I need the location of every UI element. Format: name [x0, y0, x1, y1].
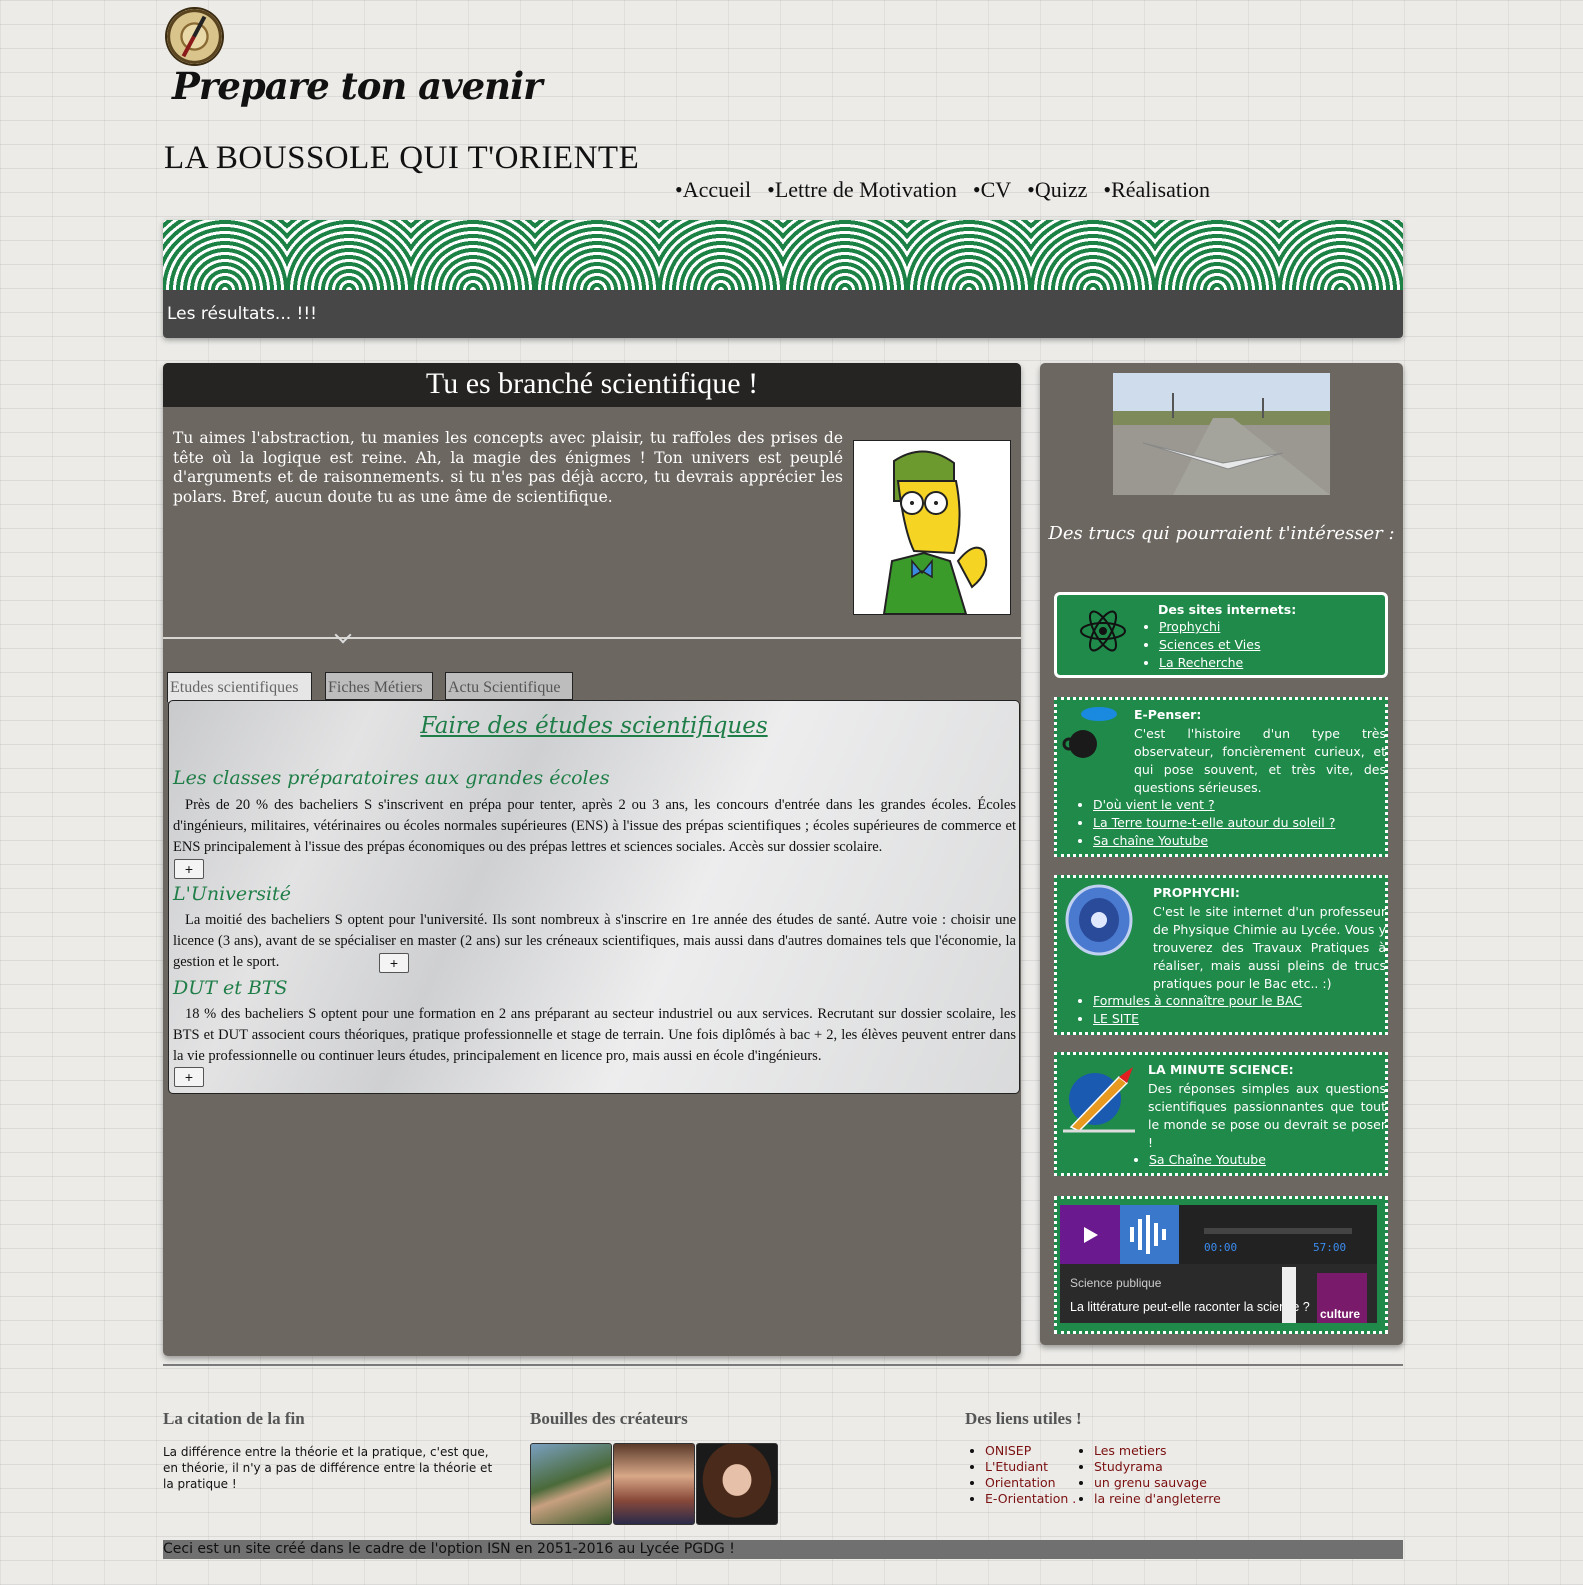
- box-title: E-Penser:: [1134, 707, 1202, 722]
- section-title-dut-bts: DUT et BTS: [173, 977, 288, 999]
- atom-icon: [1080, 610, 1126, 652]
- tab-etudes-scientifiques[interactable]: Etudes scientifiques: [167, 672, 312, 702]
- expand-prepa-button[interactable]: +: [174, 859, 204, 879]
- link-onisep[interactable]: ONISEP: [985, 1443, 1031, 1458]
- creator-photo-2: [613, 1443, 695, 1525]
- nav-quizz[interactable]: Quizz: [1027, 177, 1088, 203]
- play-button[interactable]: [1060, 1205, 1120, 1264]
- box-minute-science: LA MINUTE SCIENCE: Des réponses simples …: [1054, 1052, 1388, 1176]
- tab-panel-heading: Faire des études scientifiques: [420, 713, 768, 739]
- link-terre-soleil[interactable]: La Terre tourne-t-elle autour du soleil …: [1093, 815, 1335, 830]
- expand-dut-bts-button[interactable]: +: [174, 1067, 204, 1087]
- result-panel: Tu es branché scientifique ! Tu aimes l'…: [163, 363, 1021, 1356]
- link-studyrama[interactable]: Studyrama: [1094, 1459, 1163, 1474]
- nav-realisation[interactable]: Réalisation: [1103, 177, 1210, 203]
- creator-photo-3: [696, 1443, 778, 1525]
- time-current: 00:00: [1204, 1241, 1238, 1254]
- footer-divider: [163, 1364, 1403, 1366]
- france-culture-logo: culture: [1317, 1273, 1367, 1323]
- ornamental-divider: [163, 637, 1021, 639]
- sidebar-heading: Des trucs qui pourraient t'intéresser :: [1048, 523, 1395, 544]
- banner-caption-bar: Les résultats... !!!: [163, 290, 1403, 338]
- result-header: Tu es branché scientifique !: [163, 363, 1021, 407]
- nav-lettre-de-motivation[interactable]: Lettre de Motivation: [767, 177, 957, 203]
- episode-title[interactable]: La littérature peut-elle raconter la sci…: [1070, 1300, 1310, 1314]
- link-la-recherche[interactable]: La Recherche: [1159, 655, 1243, 670]
- link-le-site[interactable]: LE SITE: [1093, 1011, 1139, 1026]
- divider-ornament: [334, 626, 352, 644]
- credit-text: Ceci est un site créé dans le cadre de l…: [163, 1541, 735, 1557]
- section-title-prepa: Les classes préparatoires aux grandes éc…: [173, 767, 610, 789]
- box-title: PROPHYCHI:: [1153, 885, 1240, 900]
- thinking-head-icon: [1062, 707, 1117, 758]
- result-description: Tu aimes l'abstraction, tu manies les co…: [173, 429, 843, 506]
- playlist-scrollbar[interactable]: [1282, 1267, 1296, 1323]
- tab-actu-scientifique[interactable]: Actu Scientifique: [445, 672, 573, 700]
- box-links: Prophychi Sciences et Vies La Recherche: [1145, 618, 1260, 672]
- box-description: C'est l'histoire d'un type très observat…: [1134, 726, 1386, 795]
- link-vent[interactable]: D'où vient le vent ?: [1093, 797, 1215, 812]
- brand-label: culture: [1320, 1307, 1361, 1321]
- drone-photo: [1113, 373, 1330, 495]
- link-letudiant[interactable]: L'Etudiant: [985, 1459, 1048, 1474]
- links-heading: Des liens utiles !: [965, 1409, 1082, 1428]
- hero-banner: Les résultats... !!!: [163, 220, 1403, 338]
- box-links: D'où vient le vent ? La Terre tourne-t-e…: [1079, 796, 1335, 850]
- nav-cv[interactable]: CV: [973, 177, 1012, 203]
- link-reine-angleterre[interactable]: la reine d'angleterre: [1094, 1491, 1221, 1506]
- useful-links-col-1: ONISEP L'Etudiant Orientation E-Orientat…: [965, 1443, 1076, 1507]
- quote-heading: La citation de la fin: [163, 1409, 305, 1428]
- rocket-icon: [1063, 1067, 1135, 1133]
- tab-panel-etudes: Faire des études scientifiques Les class…: [168, 700, 1020, 1094]
- useful-links-col-2: Les metiers Studyrama un grenu sauvage l…: [1074, 1443, 1221, 1507]
- scientist-cartoon-image: [853, 440, 1011, 615]
- credit-bar: Ceci est un site créé dans le cadre de l…: [163, 1540, 1403, 1559]
- creators-heading: Bouilles des créateurs: [530, 1409, 688, 1428]
- link-prophychi[interactable]: Prophychi: [1159, 619, 1220, 634]
- time-total: 57:00: [1313, 1241, 1347, 1254]
- section-text-dut-bts: 18 % des bacheliers S optent pour une fo…: [173, 1006, 1016, 1064]
- section-title-universite: L'Université: [173, 883, 291, 905]
- box-description: C'est le site internet d'un professeur d…: [1153, 904, 1386, 991]
- podcast-player: 00:00 57:00 Science publique La littérat…: [1060, 1205, 1377, 1323]
- show-name: Science publique: [1070, 1276, 1162, 1290]
- main-nav: Accueil Lettre de Motivation CV Quizz Ré…: [675, 177, 1226, 203]
- expand-universite-button[interactable]: +: [379, 953, 409, 973]
- nav-accueil[interactable]: Accueil: [675, 177, 751, 203]
- link-les-metiers[interactable]: Les metiers: [1094, 1443, 1167, 1458]
- box-prophychi: PROPHYCHI: C'est le site internet d'un p…: [1054, 875, 1388, 1035]
- box-sites-internet: Des sites internets: Prophychi Sciences …: [1054, 592, 1388, 678]
- waveform-icon: [1120, 1205, 1179, 1264]
- link-orientation[interactable]: Orientation: [985, 1475, 1056, 1490]
- prophychi-logo-icon: [1065, 884, 1133, 956]
- link-e-orientation[interactable]: E-Orientation .: [985, 1491, 1076, 1506]
- box-links: Sa Chaîne Youtube: [1135, 1151, 1266, 1169]
- box-links: Formules à connaître pour le BAC LE SITE: [1079, 992, 1302, 1028]
- box-title: Des sites internets:: [1158, 602, 1297, 617]
- box-title: LA MINUTE SCIENCE:: [1148, 1062, 1294, 1077]
- result-title: Tu es branché scientifique !: [425, 367, 759, 400]
- banner-caption: Les résultats... !!!: [167, 304, 317, 324]
- box-description: Des réponses simples aux questions scien…: [1148, 1081, 1386, 1150]
- section-text-prepa: Près de 20 % des bacheliers S s'inscrive…: [173, 797, 1016, 855]
- site-tagline: Prepare ton avenir: [172, 64, 543, 108]
- site-title: LA BOUSSOLE QUI T'ORIENTE: [164, 140, 640, 176]
- sidebar: Des trucs qui pourraient t'intéresser : …: [1040, 363, 1403, 1345]
- link-sciences-et-vies[interactable]: Sciences et Vies: [1159, 637, 1260, 652]
- link-grenu-sauvage[interactable]: un grenu sauvage: [1094, 1475, 1207, 1490]
- section-text-universite: La moitié des bacheliers S optent pour l…: [173, 912, 1016, 970]
- link-youtube-minute-science[interactable]: Sa Chaîne Youtube: [1149, 1152, 1266, 1167]
- link-youtube-e-penser[interactable]: Sa chaîne Youtube: [1093, 833, 1208, 848]
- progress-bar[interactable]: [1204, 1228, 1352, 1234]
- box-e-penser: E-Penser: C'est l'histoire d'un type trè…: [1054, 697, 1388, 857]
- tab-fiches-metiers[interactable]: Fiches Métiers: [325, 672, 433, 700]
- creator-photo-1: [530, 1443, 612, 1525]
- final-quote: La différence entre la théorie et la pra…: [163, 1445, 493, 1491]
- link-formules-bac[interactable]: Formules à connaître pour le BAC: [1093, 993, 1302, 1008]
